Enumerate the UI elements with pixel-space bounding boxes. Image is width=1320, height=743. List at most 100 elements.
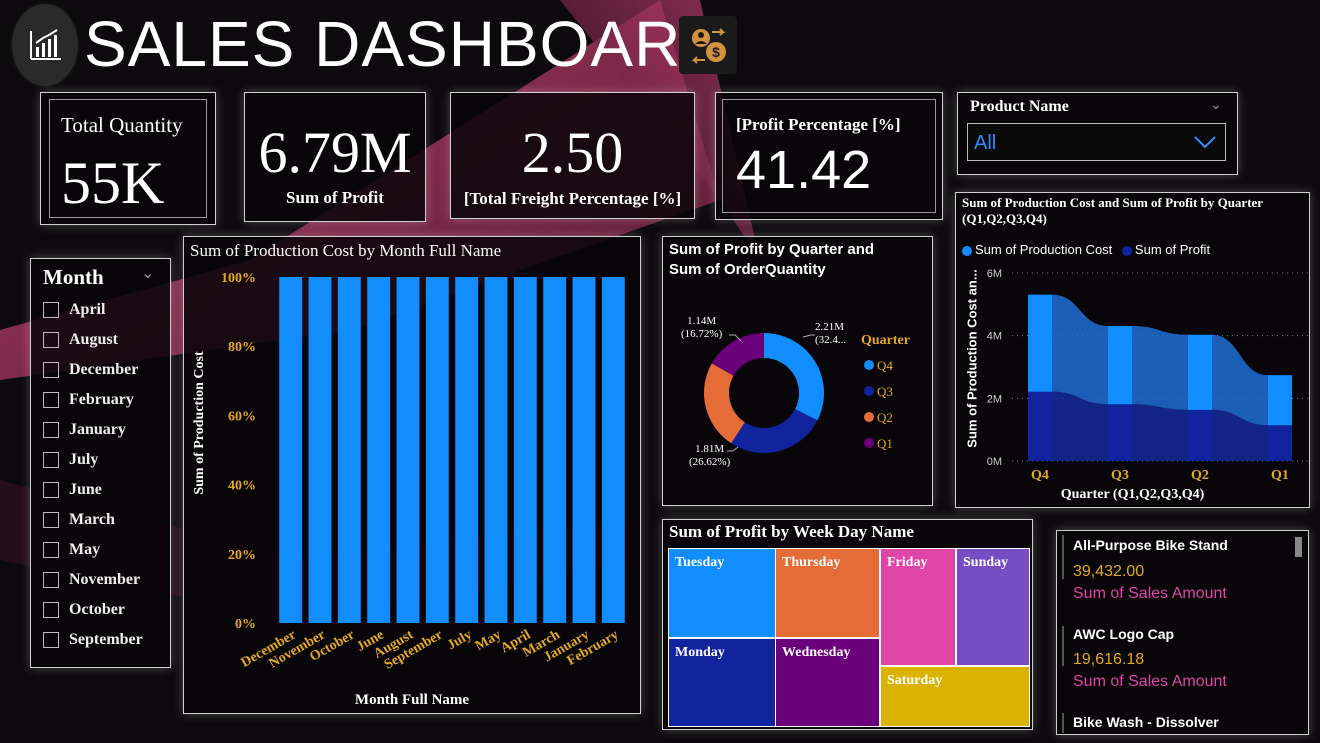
donut-label-q4-value: 2.21M xyxy=(815,321,845,333)
month-option-july[interactable]: July xyxy=(43,445,168,475)
donut-label-q1-pct: (16.72%) xyxy=(681,328,723,340)
month-checkbox[interactable] xyxy=(43,302,59,318)
ribbon-bar-cost-q1[interactable] xyxy=(1268,375,1292,426)
bar-february[interactable] xyxy=(601,277,625,623)
month-checkbox[interactable] xyxy=(43,452,59,468)
month-option-label: October xyxy=(69,601,125,618)
list-item-0-measure: Sum of Sales Amount xyxy=(1073,585,1227,602)
list-scrollbar[interactable] xyxy=(1295,537,1302,557)
month-checkbox[interactable] xyxy=(43,512,59,528)
treemap-cell-wednesday[interactable]: Wednesday xyxy=(775,638,880,727)
bar-june[interactable] xyxy=(367,277,391,623)
month-option-label: January xyxy=(69,421,126,438)
profit-percentage-card: [Profit Percentage [%] 41.42 xyxy=(715,92,943,220)
bar-x-tick: July xyxy=(445,627,475,653)
month-checkbox[interactable] xyxy=(43,542,59,558)
month-option-label: August xyxy=(69,331,118,348)
list-item-0-name[interactable]: All-Purpose Bike Stand xyxy=(1073,537,1228,553)
list-item-1-name[interactable]: AWC Logo Cap xyxy=(1073,626,1174,642)
ribbon-bar-cost-q3[interactable] xyxy=(1108,325,1132,405)
chevron-down-icon[interactable]: ⌄ xyxy=(1210,97,1222,113)
bar-y-tick: 100% xyxy=(221,271,256,286)
bar-chart-plot: 100%80%60%40%20%0%DecemberNovemberOctobe… xyxy=(221,271,625,673)
month-option-label: March xyxy=(69,511,115,528)
month-option-march[interactable]: March xyxy=(43,505,168,535)
bar-y-tick: 60% xyxy=(228,409,256,424)
month-option-december[interactable]: December xyxy=(43,355,168,385)
treemap-cell-friday[interactable]: Friday xyxy=(880,548,956,666)
month-option-april[interactable]: April xyxy=(43,295,168,325)
month-option-june[interactable]: June xyxy=(43,475,168,505)
product-name-dropdown[interactable]: All xyxy=(967,123,1226,161)
ribbon-x-tick: Q4 xyxy=(1031,468,1049,483)
donut-slice-q3[interactable] xyxy=(731,408,818,453)
month-checkbox[interactable] xyxy=(43,602,59,618)
ribbon-band-production-cost xyxy=(1132,325,1188,410)
month-option-label: May xyxy=(69,541,101,558)
month-option-may[interactable]: May xyxy=(43,535,168,565)
ribbon-x-tick: Q2 xyxy=(1191,468,1209,483)
donut-label-q4-pct: (32.4... xyxy=(815,334,847,346)
month-checkbox[interactable] xyxy=(43,332,59,348)
ribbon-bar-cost-q4[interactable] xyxy=(1028,294,1052,392)
chart-logo-icon xyxy=(30,29,61,60)
legend-dot-q4 xyxy=(864,360,874,370)
product-name-label: Product Name xyxy=(970,98,1069,115)
bar-november[interactable] xyxy=(308,277,332,623)
profit-label: Sum of Profit xyxy=(286,188,384,207)
list-item-2-name[interactable]: Bike Wash - Dissolver xyxy=(1073,714,1219,730)
ribbon-bar-cost-q2[interactable] xyxy=(1188,334,1212,410)
list-item-0-value: 39,432.00 xyxy=(1073,563,1145,580)
month-option-label: June xyxy=(69,481,102,498)
bar-august[interactable] xyxy=(396,277,420,623)
month-checkbox[interactable] xyxy=(43,482,59,498)
month-checkbox[interactable] xyxy=(43,392,59,408)
bar-july[interactable] xyxy=(455,277,479,623)
month-checkbox[interactable] xyxy=(43,632,59,648)
month-checkbox[interactable] xyxy=(43,572,59,588)
legend-dot-q1 xyxy=(864,438,874,448)
treemap-cell-sunday[interactable]: Sunday xyxy=(956,548,1030,666)
bar-april[interactable] xyxy=(513,277,537,623)
month-slicer-chevron-icon[interactable]: ⌄ xyxy=(141,263,154,282)
month-option-label: February xyxy=(69,391,134,408)
month-option-november[interactable]: November xyxy=(43,565,168,595)
treemap-cell-saturday[interactable]: Saturday xyxy=(880,666,1030,727)
ribbon-y-tick: 4M xyxy=(987,331,1002,343)
bar-y-tick: 40% xyxy=(228,479,256,494)
month-option-october[interactable]: October xyxy=(43,595,168,625)
month-option-january[interactable]: January xyxy=(43,415,168,445)
ribbon-bar-profit-q1[interactable] xyxy=(1268,425,1292,461)
month-option-august[interactable]: August xyxy=(43,325,168,355)
bar-september[interactable] xyxy=(425,277,449,623)
treemap-cell-monday[interactable]: Monday xyxy=(668,638,776,727)
legend-label-q1: Q1 xyxy=(877,436,893,451)
month-option-september[interactable]: September xyxy=(43,625,168,655)
money-exchange-icon: $ xyxy=(679,16,737,74)
month-checkbox[interactable] xyxy=(43,362,59,378)
freight-value: 2.50 xyxy=(521,120,624,185)
ribbon-plot: 6M 4M 2M 0M Q4 Q3 Q2 Q1 xyxy=(987,268,1308,483)
ribbon-bar-profit-q2[interactable] xyxy=(1188,409,1212,461)
total-quantity-label: Total Quantity xyxy=(61,113,183,137)
ribbon-band-production-cost xyxy=(1052,294,1108,405)
ribbon-y-tick: 6M xyxy=(987,268,1002,280)
bar-march[interactable] xyxy=(543,277,567,623)
bar-october[interactable] xyxy=(337,277,361,623)
freight-label: [Total Freight Percentage [%] xyxy=(463,189,682,208)
bar-december[interactable] xyxy=(279,277,303,623)
month-option-february[interactable]: February xyxy=(43,385,168,415)
donut-slice-q2[interactable] xyxy=(704,363,745,444)
ribbon-bar-profit-q3[interactable] xyxy=(1108,404,1132,461)
freight-card: 2.50 [Total Freight Percentage [%] xyxy=(450,92,695,219)
bar-january[interactable] xyxy=(572,277,596,623)
bar-y-tick: 20% xyxy=(228,548,256,563)
ribbon-bar-profit-q4[interactable] xyxy=(1028,391,1052,461)
treemap-cell-tuesday[interactable]: Tuesday xyxy=(668,548,776,638)
month-slicer: Month ⌄ April August December February Janua… xyxy=(30,258,171,668)
bar-may[interactable] xyxy=(484,277,508,623)
total-quantity-card: Total Quantity 55K xyxy=(40,92,216,225)
month-checkbox[interactable] xyxy=(43,422,59,438)
donut-label-q3: 1.81M (26.62%) xyxy=(689,443,730,469)
treemap-cell-thursday[interactable]: Thursday xyxy=(775,548,880,638)
